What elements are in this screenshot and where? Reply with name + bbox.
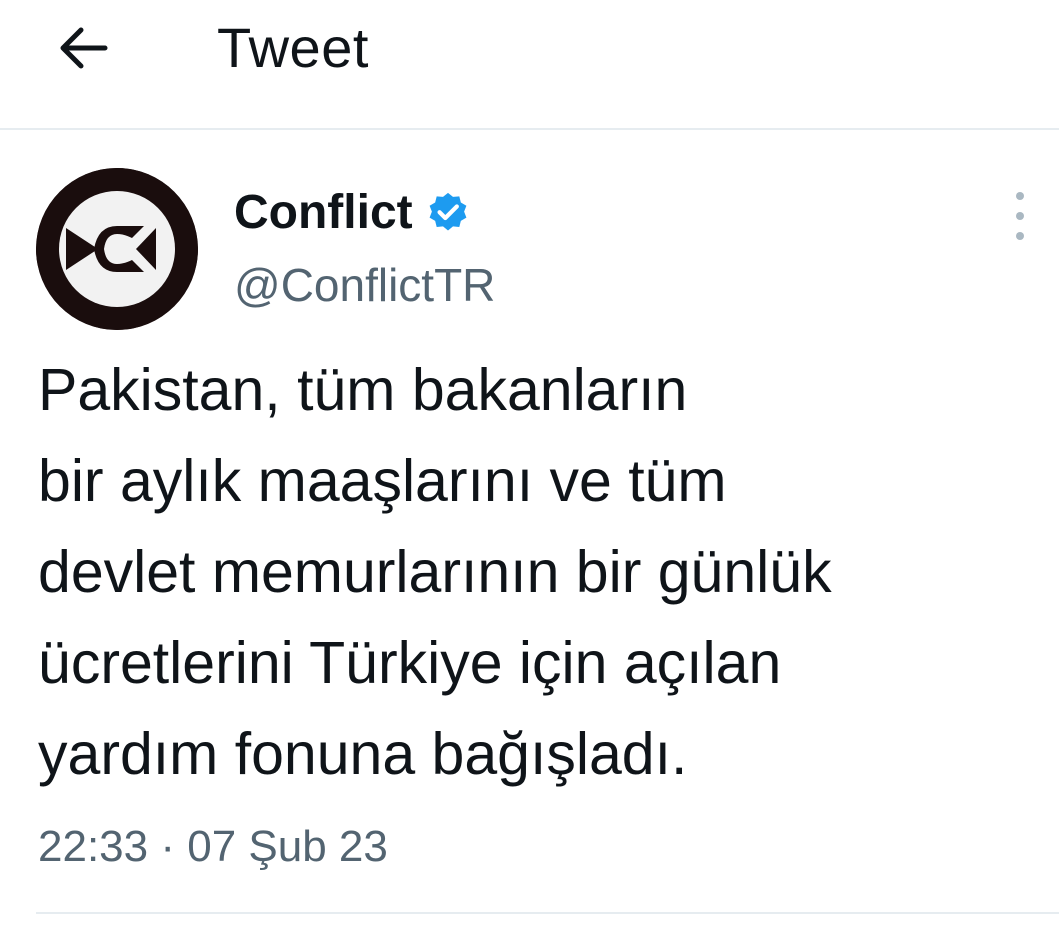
- tweet-timestamp[interactable]: 22:33 · 07 Şub 23: [38, 817, 388, 877]
- page-title: Tweet: [217, 16, 369, 79]
- display-name[interactable]: Conflict: [234, 185, 413, 241]
- meta-separator: ·: [160, 822, 175, 871]
- back-button[interactable]: [52, 20, 114, 76]
- avatar[interactable]: [36, 168, 198, 330]
- more-options-button[interactable]: [1002, 192, 1038, 240]
- author-name-row[interactable]: Conflict: [234, 185, 471, 241]
- arrow-left-icon: [60, 27, 108, 69]
- conflict-logo-icon: [36, 168, 198, 330]
- verified-badge-icon: [429, 192, 467, 231]
- divider: [36, 912, 1059, 914]
- author-handle[interactable]: @ConflictTR: [234, 257, 495, 313]
- tweet-time: 22:33: [38, 822, 149, 871]
- tweet-date: 07 Şub 23: [187, 822, 388, 871]
- top-bar: Tweet: [0, 0, 1059, 130]
- tweet-text: Pakistan, tüm bakanların bir aylık maaşl…: [38, 357, 832, 787]
- more-vertical-icon: [1016, 192, 1024, 200]
